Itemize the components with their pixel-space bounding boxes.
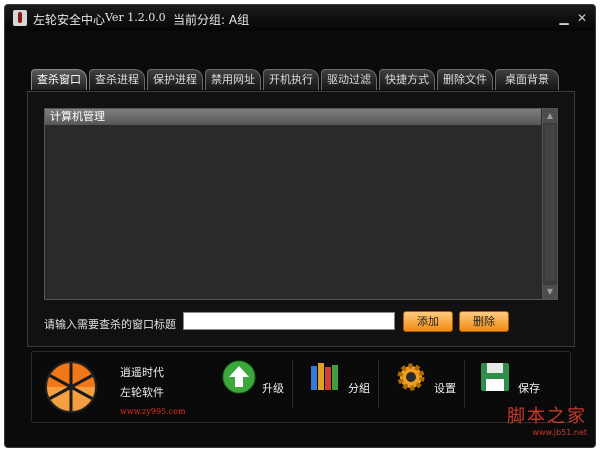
app-icon [13, 10, 27, 26]
toolbar-divider [464, 360, 465, 408]
tab-delete-files[interactable]: 删除文件 [437, 69, 493, 90]
scroll-up-icon[interactable]: ▲ [543, 109, 557, 123]
title-bar[interactable]: 左轮安全中心 Ver 1.2.0.0 当前分组: A组 ▁ ✕ [5, 5, 595, 31]
group-label: 分組 [348, 382, 370, 395]
tab-shortcuts[interactable]: 快捷方式 [379, 69, 435, 90]
floppy-disk-icon [481, 363, 509, 391]
list-column-header[interactable]: 计算机管理 [45, 109, 541, 125]
toolbar-divider [292, 360, 293, 408]
settings-button[interactable]: 设置 [394, 360, 464, 410]
window-title-input[interactable] [183, 312, 395, 330]
brand-name-line2: 左轮软件 [120, 386, 164, 399]
content-panel: 计算机管理 ▲ ▼ 请输入需要查杀的窗口标题 添加 删除 [27, 91, 575, 347]
tab-protect-process[interactable]: 保护进程 [147, 69, 203, 90]
minimize-icon[interactable]: ▁ [557, 11, 571, 25]
settings-label: 设置 [434, 382, 456, 395]
window-list[interactable]: 计算机管理 ▲ ▼ [44, 108, 558, 300]
main-window: 左轮安全中心 Ver 1.2.0.0 当前分组: A组 ▁ ✕ 查杀窗口 查杀进… [4, 4, 596, 448]
books-icon [311, 363, 338, 390]
tab-startup[interactable]: 开机执行 [263, 69, 319, 90]
tab-driver-filter[interactable]: 驱动过滤 [321, 69, 377, 90]
upgrade-label: 升级 [262, 382, 284, 395]
upgrade-arrow-icon [222, 360, 256, 394]
window-title-input-label: 请输入需要查杀的窗口标题 [44, 318, 176, 331]
footer-toolbar: 逍遥时代 左轮软件 www.zy995.com 升级 分組 设置 保存 [31, 351, 571, 423]
revolver-logo-icon [45, 361, 97, 413]
version-text: Ver 1.2.0.0 [105, 11, 166, 24]
site-watermark: 脚本之家 www.jb51.net [507, 402, 587, 437]
watermark-url: www.jb51.net [532, 428, 587, 437]
current-group-text: 当前分组: A组 [173, 13, 250, 27]
add-button[interactable]: 添加 [403, 311, 453, 332]
brand-url[interactable]: www.zy995.com [120, 407, 186, 416]
window-title: 左轮安全中心 [33, 13, 106, 27]
scroll-down-icon[interactable]: ▼ [543, 285, 557, 299]
group-button[interactable]: 分組 [308, 360, 378, 410]
tab-desktop-background[interactable]: 桌面背景 [495, 69, 559, 90]
delete-button[interactable]: 删除 [459, 311, 509, 332]
upgrade-button[interactable]: 升级 [222, 360, 292, 410]
vertical-scrollbar[interactable]: ▲ ▼ [542, 109, 557, 299]
tab-kill-process[interactable]: 查杀进程 [89, 69, 145, 90]
watermark-text: 脚本之家 [507, 406, 587, 427]
brand-name-line1: 逍遥时代 [120, 366, 164, 379]
toolbar-divider [378, 360, 379, 408]
tab-block-url[interactable]: 禁用网址 [205, 69, 261, 90]
close-icon[interactable]: ✕ [575, 11, 589, 25]
gear-icon [397, 363, 425, 391]
scroll-track[interactable] [545, 125, 555, 281]
tab-kill-window[interactable]: 查杀窗口 [31, 69, 87, 90]
save-label: 保存 [518, 382, 540, 395]
